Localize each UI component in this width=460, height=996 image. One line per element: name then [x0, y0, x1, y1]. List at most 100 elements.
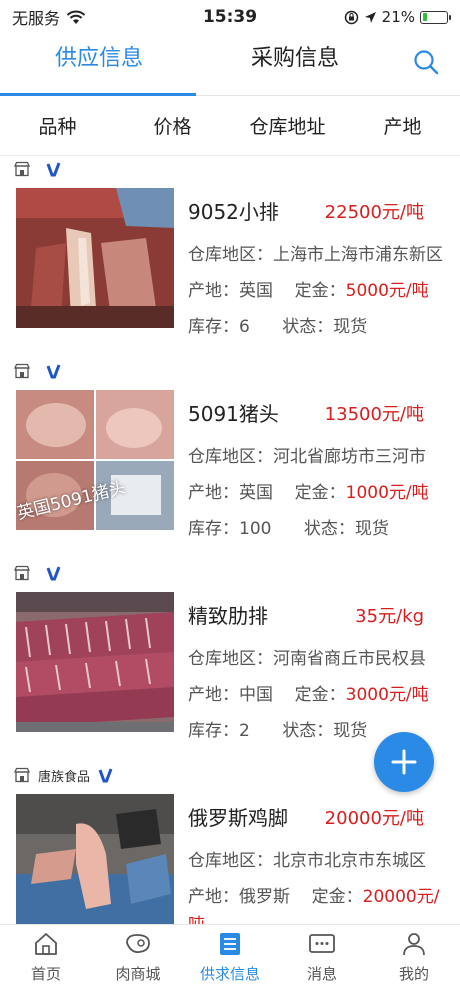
store-icon — [14, 161, 30, 177]
warehouse-label: 仓库地区： — [188, 245, 273, 265]
nav-label: 消息 — [306, 965, 337, 983]
stock-status-row: 库存：6 状态：现货 — [188, 312, 367, 337]
tab-supply-info[interactable]: 供应信息 — [55, 40, 143, 72]
wifi-icon — [66, 10, 86, 24]
filter-price[interactable]: 价格 — [115, 112, 230, 139]
carrier-text: 无服务 — [12, 9, 61, 28]
filter-origin[interactable]: 产地 — [345, 112, 460, 139]
warehouse-value: 河北省廊坊市三河市 — [273, 447, 426, 467]
nav-label: 我的 — [398, 965, 429, 983]
status-value: 现货 — [354, 519, 389, 539]
warehouse-label: 仓库地区： — [188, 649, 273, 669]
card-header — [14, 560, 62, 586]
nav-supply-demand[interactable]: 供求信息 — [184, 925, 276, 996]
warehouse-value: 河南省商丘市民权县 — [273, 649, 426, 669]
product-title[interactable]: 俄罗斯鸡脚 — [188, 802, 288, 831]
origin-label: 产地： — [188, 685, 239, 705]
plus-icon — [391, 749, 417, 775]
origin-deposit-row: 产地：中国 定金：3000元/吨 — [188, 680, 429, 705]
status-label: 状态： — [282, 317, 334, 337]
origin-deposit-row: 产地：英国 定金：5000元/吨 — [188, 276, 429, 301]
nav-home[interactable]: 首页 — [0, 925, 92, 996]
meat-icon — [126, 934, 150, 953]
location-arrow-icon — [364, 11, 376, 23]
listing-card[interactable]: 9052小排 22500元/吨 仓库地区：上海市上海市浦东新区 产地：英国 定金… — [0, 156, 460, 356]
warehouse-label: 仓库地区： — [188, 851, 273, 871]
nav-label: 肉商城 — [115, 965, 161, 983]
product-price: 13500元/吨 — [324, 404, 424, 425]
warehouse-value: 北京市北京市东城区 — [273, 851, 426, 871]
nav-messages[interactable]: 消息 — [276, 925, 368, 996]
product-title[interactable]: 精致肋排 — [188, 600, 268, 629]
deposit-value: 1000元/吨 — [345, 483, 429, 503]
warehouse-row: 仓库地区：河南省商丘市民权县 — [188, 644, 426, 669]
stock-value: 2 — [239, 721, 250, 741]
product-price: 22500元/吨 — [324, 202, 424, 223]
verified-v-icon — [46, 566, 61, 581]
top-tabs: 供应信息 采购信息 — [0, 34, 460, 96]
warehouse-label: 仓库地区： — [188, 447, 273, 467]
store-icon — [14, 767, 30, 783]
status-label: 状态： — [303, 519, 355, 539]
deposit-label: 定金： — [311, 887, 363, 907]
warehouse-row: 仓库地区：上海市上海市浦东新区 — [188, 240, 443, 265]
warehouse-value: 上海市上海市浦东新区 — [273, 245, 443, 265]
origin-value: 中国 — [239, 685, 273, 705]
nav-profile[interactable]: 我的 — [368, 925, 460, 996]
list-icon — [220, 933, 240, 955]
stock-label: 库存： — [188, 519, 239, 539]
listing-list: 9052小排 22500元/吨 仓库地区：上海市上海市浦东新区 产地：英国 定金… — [0, 156, 460, 924]
status-left: 无服务 — [12, 5, 86, 29]
status-value: 现货 — [333, 317, 368, 337]
tab-purchase-info[interactable]: 采购信息 — [251, 40, 339, 72]
listing-card[interactable]: 精致肋排 35元/kg 仓库地区：河南省商丘市民权县 产地：中国 定金：3000… — [0, 560, 460, 760]
origin-value: 俄罗斯 — [239, 887, 290, 907]
stock-status-row: 库存：100 状态：现货 — [188, 514, 389, 539]
product-image[interactable]: 英国5091猪头 — [16, 390, 174, 530]
filter-variety[interactable]: 品种 — [0, 112, 115, 139]
nav-meat-mall[interactable]: 肉商城 — [92, 925, 184, 996]
shop-name: 唐族食品 — [38, 769, 91, 785]
origin-label: 产地： — [188, 281, 239, 301]
origin-label: 产地： — [188, 483, 239, 503]
product-image[interactable] — [16, 188, 174, 328]
origin-value: 英国 — [239, 281, 273, 301]
deposit-value: 3000元/吨 — [345, 685, 429, 705]
product-image[interactable] — [16, 592, 174, 732]
filter-warehouse-address[interactable]: 仓库地址 — [230, 112, 345, 139]
status-label: 状态： — [282, 721, 334, 741]
add-listing-button[interactable] — [374, 732, 434, 792]
deposit-label: 定金： — [294, 281, 346, 301]
stock-label: 库存： — [188, 317, 239, 337]
warehouse-row: 仓库地区：北京市北京市东城区 — [188, 846, 426, 871]
battery-percent: 21% — [381, 8, 415, 26]
deposit-value: 20000元/ — [362, 887, 440, 907]
status-bar: 无服务 15:39 21% — [0, 0, 460, 34]
deposit-label: 定金： — [294, 483, 346, 503]
product-price: 35元/kg — [355, 606, 424, 627]
product-image[interactable] — [16, 794, 174, 924]
stock-value: 6 — [239, 317, 250, 337]
status-right: 21% — [344, 8, 451, 26]
home-icon — [35, 933, 57, 955]
deposit-label: 定金： — [294, 685, 346, 705]
origin-value: 英国 — [239, 483, 273, 503]
status-value: 现货 — [333, 721, 368, 741]
card-header — [14, 358, 62, 384]
stock-status-row: 库存：2 状态：现货 — [188, 716, 367, 741]
store-icon — [14, 363, 30, 379]
product-title[interactable]: 5091猪头 — [188, 398, 279, 427]
search-icon[interactable] — [412, 48, 440, 76]
battery-icon — [420, 10, 451, 24]
warehouse-row: 仓库地区：河北省廊坊市三河市 — [188, 442, 426, 467]
listing-card[interactable]: 英国5091猪头 5091猪头 13500元/吨 仓库地区：河北省廊坊市三河市 … — [0, 358, 460, 558]
origin-label: 产地： — [188, 887, 239, 907]
nav-label: 供求信息 — [199, 965, 260, 983]
card-header — [14, 156, 62, 182]
verified-v-icon — [46, 364, 61, 379]
bottom-nav: 首页 肉商城 供求信息 消息 我的 — [0, 924, 460, 996]
origin-deposit-row: 产地：英国 定金：1000元/吨 — [188, 478, 429, 503]
deposit-wrap: 吨 — [188, 910, 205, 924]
nav-label: 首页 — [30, 965, 61, 983]
product-title[interactable]: 9052小排 — [188, 196, 279, 225]
